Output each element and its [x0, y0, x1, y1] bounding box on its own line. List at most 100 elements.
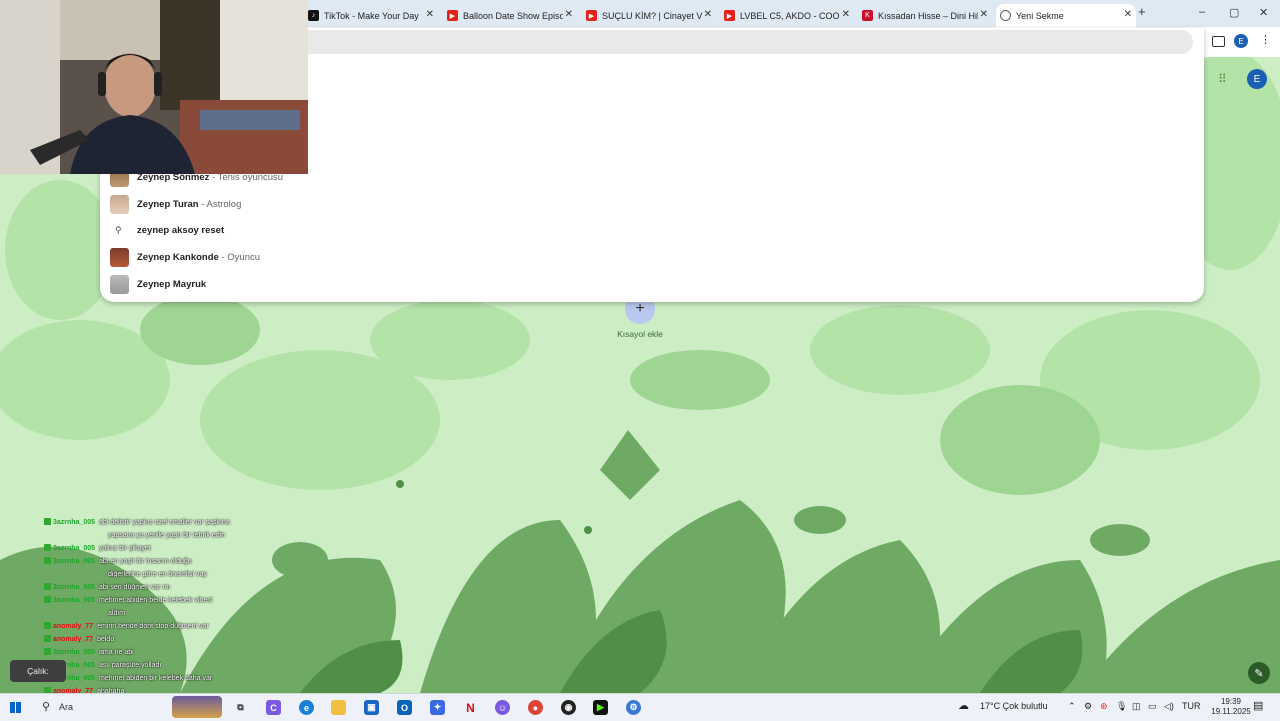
chat-username: 3azrnha_005 — [53, 649, 96, 656]
add-shortcut-label: Kısayol ekle — [617, 329, 663, 339]
suggestion-item[interactable]: ⚲ zeynep aksoy reset — [100, 217, 660, 243]
tray-app-icon[interactable]: ⚙ — [1084, 701, 1092, 712]
media-control-icon[interactable] — [1212, 36, 1225, 47]
chat-text: diğerlerine göre en önemlisi vay — [108, 571, 207, 578]
netflix-icon[interactable]: N — [463, 700, 478, 715]
youtube-icon: ▶ — [586, 10, 597, 21]
suggestion-thumbnail — [110, 274, 129, 294]
tab-kissadan[interactable]: K Kıssadan Hisse – Dini Hik ✕ — [862, 4, 992, 27]
chevron-up-icon[interactable]: ⌃ — [1068, 701, 1076, 712]
chat-badge-icon — [44, 583, 51, 590]
windows-taskbar: ⚲ Ara ⧉ C e ▣ O ✦ N ☺ ● ◉ ▶ ⚙ ☁ 17°C Çok… — [0, 693, 1280, 721]
chat-message: diğerlerine göre en önemlisi vay — [44, 568, 294, 581]
start-icon[interactable] — [10, 702, 21, 713]
chat-button[interactable]: Çalık: — [10, 660, 66, 682]
chat-text: emirin bende dont stop düğmeni var — [97, 623, 209, 630]
chat-badge-icon — [44, 518, 51, 525]
time-label: 19:39 — [1220, 697, 1242, 706]
tab-youtube-balloon[interactable]: ▶ Balloon Date Show Episod ✕ — [447, 4, 577, 27]
chat-message: 3azrnha_005 abi delistir yapkıs ozel smal… — [44, 516, 294, 529]
chat-text: mehmet abiden bir kelebek daha var — [99, 675, 213, 682]
chrome-icon[interactable]: ● — [528, 700, 543, 715]
chat-message: 3azrnha_005 abi en yaşlı bir insanın oldu… — [44, 555, 294, 568]
tray-record-icon[interactable]: ⊛ — [1100, 701, 1108, 712]
chat-text: aslı paraşüte yolladı — [99, 662, 162, 669]
suggestion-item[interactable]: Zeynep Mayruk — [100, 271, 660, 297]
webcam-image — [0, 0, 308, 174]
chat-message: 3azrnha_005 mehmet abiden bir kelebek dah… — [44, 672, 294, 685]
chat-message: anomaly_77 beldo — [44, 633, 294, 646]
chat-message: 3azrnha_005 mehmet abiden belde kelebek v… — [44, 594, 294, 607]
widget-thumbnail[interactable] — [172, 696, 222, 718]
account-avatar[interactable]: E — [1247, 69, 1267, 89]
tab-title: Yeni Sekme — [1016, 10, 1064, 21]
tiktok-icon: ♪ — [308, 10, 319, 21]
chat-text: mehmet abiden belde kelebek vibesi — [99, 597, 213, 604]
chat-username: anomaly_77 — [53, 623, 94, 630]
suggestion-name: zeynep aksoy reset — [137, 224, 225, 236]
apps-grid-icon[interactable]: ⠿ — [1218, 72, 1227, 86]
store-icon[interactable]: ▣ — [364, 700, 379, 715]
tab-new-tab[interactable]: Yeni Sekme ✕ — [996, 4, 1136, 27]
task-view-icon[interactable]: ⧉ — [233, 700, 248, 715]
search-icon[interactable]: ⚲ — [42, 700, 50, 713]
terminal-icon[interactable]: ▶ — [593, 700, 608, 715]
suggestion-item[interactable]: Zeynep Kankonde - Oyuncu — [100, 244, 660, 270]
close-icon[interactable]: ✕ — [842, 9, 850, 20]
microphone-icon[interactable]: 🎙 — [1116, 701, 1127, 712]
weather-icon: ☁ — [958, 700, 969, 712]
copilot-icon[interactable]: C — [266, 700, 281, 715]
bookmark-icon: K — [862, 10, 873, 21]
chat-text: aldım — [108, 610, 126, 617]
discord-icon[interactable]: ☺ — [495, 700, 510, 715]
file-explorer-icon[interactable] — [331, 700, 346, 715]
chat-text: ama ne abi — [99, 649, 134, 656]
tab-tiktok[interactable]: ♪ TikTok - Make Your Day ✕ — [308, 4, 438, 27]
close-icon[interactable]: ✕ — [980, 9, 988, 20]
taskbar-search-label[interactable]: Ara — [59, 702, 73, 712]
suggestion-name: Zeynep Mayruk — [137, 278, 207, 290]
language-indicator[interactable]: TUR — [1182, 701, 1201, 711]
tab-youtube-lvbel[interactable]: ▶ LVBEL C5, AKDO - COOO ✕ — [724, 4, 854, 27]
settings-icon[interactable]: ⚙ — [626, 700, 641, 715]
tray-shield-icon[interactable]: ◫ — [1132, 701, 1141, 712]
weather-label[interactable]: 17°C Çok bulutlu — [980, 701, 1048, 711]
menu-icon[interactable]: ⋮ — [1260, 33, 1271, 46]
close-window-button[interactable]: ✕ — [1259, 6, 1268, 19]
outlook-icon[interactable]: O — [397, 700, 412, 715]
chat-message: 3azrnha_005 aslı paraşüte yolladı — [44, 659, 294, 672]
chrome-icon — [1000, 10, 1011, 21]
tab-title: TikTok - Make Your Day — [324, 10, 419, 21]
close-icon[interactable]: ✕ — [565, 9, 573, 20]
volume-icon[interactable]: ◁) — [1164, 701, 1174, 712]
chat-text: abi sen düğmen var mı — [99, 584, 171, 591]
edge-icon[interactable]: e — [299, 700, 314, 715]
youtube-icon: ▶ — [447, 10, 458, 21]
close-icon[interactable]: ✕ — [1124, 9, 1132, 20]
tab-youtube-suclu[interactable]: ▶ SUÇLU KİM? | Cinayet Vaka ✕ — [586, 4, 716, 27]
battery-icon[interactable]: ▭ — [1148, 701, 1157, 712]
minimize-button[interactable]: – — [1199, 6, 1205, 18]
new-tab-button[interactable]: + — [1138, 4, 1146, 19]
chat-badge-icon — [44, 622, 51, 629]
profile-avatar[interactable]: E — [1234, 34, 1248, 48]
chat-overlay: 3azrnha_005 abi delistir yapkıs ozel smal… — [44, 516, 294, 711]
close-icon[interactable]: ✕ — [704, 9, 712, 20]
obs-icon[interactable]: ◉ — [561, 700, 576, 715]
chat-username: 3azrnha_005 — [53, 597, 96, 604]
youtube-icon: ▶ — [724, 10, 735, 21]
suggestion-thumbnail — [110, 247, 129, 267]
edit-icon[interactable]: ✎ — [1248, 662, 1270, 684]
chat-username: 3azrnha_005 — [53, 519, 96, 526]
maximize-button[interactable]: ▢ — [1229, 6, 1239, 19]
chat-username: anomaly_77 — [53, 636, 94, 643]
search-icon: ⚲ — [115, 224, 122, 235]
suggestion-item[interactable]: Zeynep Turan - Astrolog — [100, 191, 660, 217]
app-icon[interactable]: ✦ — [430, 700, 445, 715]
close-icon[interactable]: ✕ — [426, 9, 434, 20]
chat-text: abi en yaşlı bir insanın olduğu — [99, 558, 192, 565]
omnibox-input[interactable] — [208, 30, 1193, 54]
clock[interactable]: 19:39 19.11.2025 — [1207, 697, 1255, 717]
chat-text: yapsana ya yenile yaptı bir tebrik edin — [108, 532, 226, 539]
notification-icon[interactable]: ▤ — [1253, 699, 1263, 712]
